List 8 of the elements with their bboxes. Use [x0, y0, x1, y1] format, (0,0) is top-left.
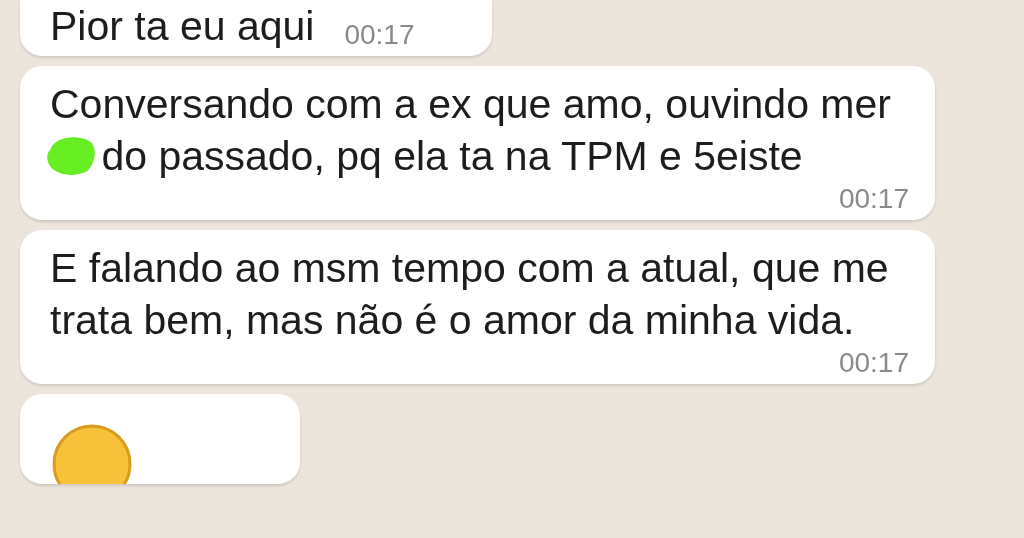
emoji-icon [52, 424, 132, 484]
message-text: E falando ao msm tempo com a atual, que me trata bem, mas não é o amor da minha vida. [50, 244, 890, 345]
message-text: Pior ta eu aqui [50, 2, 315, 51]
timestamp: 00:17 [838, 346, 909, 380]
timestamp: 00:17 [838, 182, 909, 216]
censor-mark [44, 134, 98, 178]
timestamp: 00:17 [344, 18, 415, 52]
message-text: Conversando com a ex que amo, ouvindo mer do passado, pq ela ta na TPM e 5eiste [50, 78, 909, 182]
